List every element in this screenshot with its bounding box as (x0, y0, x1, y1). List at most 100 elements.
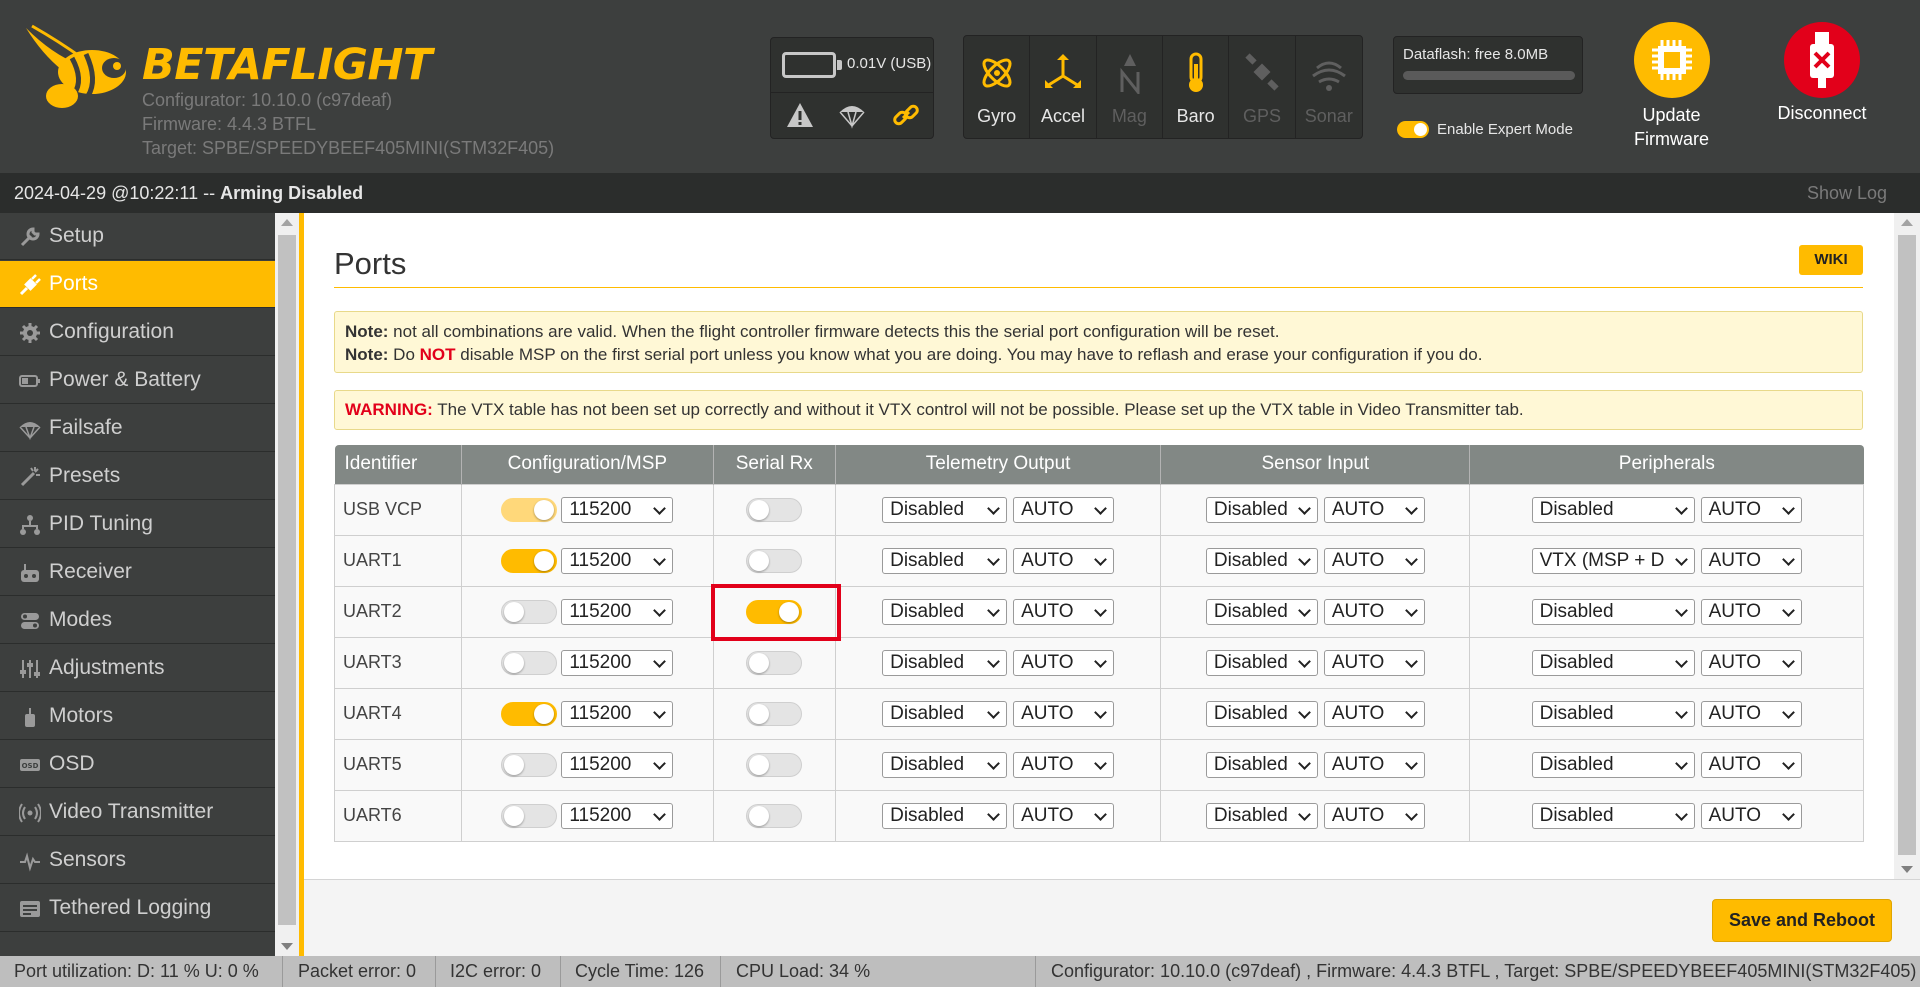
sidebar-item-setup[interactable]: Setup (0, 213, 275, 260)
sensor-baud-select[interactable]: AUTO (1323, 649, 1425, 676)
sidebar-item-configuration[interactable]: Configuration (0, 309, 275, 356)
peripheral-select[interactable]: VTX (MSP + D (1531, 547, 1695, 574)
sidebar-item-video-transmitter[interactable]: Video Transmitter (0, 789, 275, 836)
sensor-input-select[interactable]: Disabled (1205, 700, 1318, 727)
telemetry-select[interactable]: Disabled (882, 700, 1008, 727)
msp-baud-select[interactable]: 115200 (561, 802, 674, 829)
footer-bar: Save and Reboot (304, 879, 1920, 956)
telemetry-select[interactable]: Disabled (882, 598, 1008, 625)
sidebar-item-presets[interactable]: Presets (0, 453, 275, 500)
expert-mode-toggle[interactable] (1397, 121, 1429, 138)
sidebar-item-tethered-logging[interactable]: Tethered Logging (0, 885, 275, 932)
telemetry-select[interactable]: Disabled (882, 547, 1008, 574)
telemetry-baud-select[interactable]: AUTO (1013, 547, 1115, 574)
sidebar-item-receiver[interactable]: Receiver (0, 549, 275, 596)
telemetry-select[interactable]: Disabled (882, 751, 1008, 778)
msp-toggle[interactable] (501, 803, 558, 828)
sidebar-item-modes[interactable]: Modes (0, 597, 275, 644)
msp-baud-select[interactable]: 115200 (561, 700, 674, 727)
sensor-baud-select[interactable]: AUTO (1323, 496, 1425, 523)
sensor-input-select[interactable]: Disabled (1205, 547, 1318, 574)
sidebar-item-pid-tuning[interactable]: PID Tuning (0, 501, 275, 548)
sensor-baud-select[interactable]: AUTO (1323, 802, 1425, 829)
disconnect-button[interactable]: Disconnect (1770, 22, 1874, 132)
peripheral-select[interactable]: Disabled (1531, 700, 1695, 727)
serial-rx-toggle[interactable] (746, 599, 803, 624)
sidebar-item-adjustments[interactable]: Adjustments (0, 645, 275, 692)
sensor-input-select[interactable]: Disabled (1205, 751, 1318, 778)
sensor-baud-select[interactable]: AUTO (1323, 751, 1425, 778)
sidebar-item-motors[interactable]: Motors (0, 693, 275, 740)
telemetry-baud-select[interactable]: AUTO (1013, 802, 1115, 829)
msp-baud-select[interactable]: 115200 (561, 598, 674, 625)
update-firmware-button[interactable]: Update Firmware (1620, 22, 1723, 152)
sensor-baud-select[interactable]: AUTO (1323, 700, 1425, 727)
ports-content: Ports WIKI Note: not all combinations ar… (304, 213, 1894, 879)
sensor-input-select[interactable]: Disabled (1205, 496, 1318, 523)
sidebar-item-ports[interactable]: Ports (0, 261, 275, 308)
sidebar-item-power-battery[interactable]: Power & Battery (0, 357, 275, 404)
msp-toggle[interactable] (501, 650, 558, 675)
content-scroll-thumb[interactable] (1898, 235, 1916, 855)
telemetry-select[interactable]: Disabled (882, 496, 1008, 523)
telemetry-select[interactable]: Disabled (882, 802, 1008, 829)
sidebar-item-failsafe[interactable]: Failsafe (0, 405, 275, 452)
telemetry-baud-select[interactable]: AUTO (1013, 496, 1115, 523)
peripheral-baud-select[interactable]: AUTO (1700, 802, 1802, 829)
scroll-down-arrow-icon[interactable] (281, 943, 293, 950)
save-and-reboot-button[interactable]: Save and Reboot (1712, 899, 1892, 942)
msp-toggle[interactable] (501, 752, 558, 777)
content-scrollbar[interactable] (1894, 213, 1920, 879)
peripheral-select[interactable]: Disabled (1531, 496, 1695, 523)
sidebar-item-sensors[interactable]: Sensors (0, 837, 275, 884)
serial-rx-toggle[interactable] (746, 548, 803, 573)
scroll-up-arrow-icon[interactable] (1901, 219, 1913, 226)
peripheral-select[interactable]: Disabled (1531, 802, 1695, 829)
peripheral-baud-select[interactable]: AUTO (1700, 496, 1802, 523)
sensor-baud-select[interactable]: AUTO (1323, 547, 1425, 574)
wiki-button[interactable]: WIKI (1799, 245, 1863, 275)
scroll-up-arrow-icon[interactable] (281, 219, 293, 226)
sidebar-item-label: Failsafe (49, 416, 123, 439)
peripheral-baud-select[interactable]: AUTO (1700, 649, 1802, 676)
sidebar-scroll-thumb[interactable] (278, 235, 296, 925)
msp-baud-select[interactable]: 115200 (561, 649, 674, 676)
sensor-label: Accel (1040, 106, 1085, 126)
msp-toggle[interactable] (501, 548, 558, 573)
peripheral-baud-select[interactable]: AUTO (1700, 547, 1802, 574)
peripheral-baud-select[interactable]: AUTO (1700, 700, 1802, 727)
telemetry-baud-select[interactable]: AUTO (1013, 751, 1115, 778)
sensor-input-select[interactable]: Disabled (1205, 649, 1318, 676)
serial-rx-toggle[interactable] (746, 752, 803, 777)
msp-baud-select[interactable]: 115200 (561, 751, 674, 778)
sensor-input-select[interactable]: Disabled (1205, 598, 1318, 625)
peripheral-select[interactable]: Disabled (1531, 751, 1695, 778)
telemetry-baud-select[interactable]: AUTO (1013, 700, 1115, 727)
peripheral-baud-select[interactable]: AUTO (1700, 598, 1802, 625)
msp-toggle[interactable] (501, 599, 558, 624)
msp-toggle[interactable] (501, 701, 558, 726)
serial-rx-toggle[interactable] (746, 497, 803, 522)
msp-baud-select[interactable]: 115200 (561, 547, 674, 574)
sensor-input-select[interactable]: Disabled (1205, 802, 1318, 829)
telemetry-baud-select[interactable]: AUTO (1013, 649, 1115, 676)
update-firmware-circle[interactable] (1634, 22, 1710, 98)
sensor-baud-select[interactable]: AUTO (1323, 598, 1425, 625)
msp-baud-select[interactable]: 115200 (561, 496, 674, 523)
scroll-down-arrow-icon[interactable] (1901, 866, 1913, 873)
peripheral-baud-select[interactable]: AUTO (1700, 751, 1802, 778)
peripherals-cell: Disabled AUTO (1469, 585, 1864, 638)
telemetry-select[interactable]: Disabled (882, 649, 1008, 676)
serial-rx-toggle[interactable] (746, 803, 803, 828)
peripheral-select[interactable]: Disabled (1531, 598, 1695, 625)
show-log-link[interactable]: Show Log (1807, 183, 1887, 204)
sidebar-scrollbar[interactable] (275, 213, 299, 956)
msp-toggle[interactable] (501, 497, 558, 522)
telemetry-baud-select[interactable]: AUTO (1013, 598, 1115, 625)
sidebar-item-osd[interactable]: OSD OSD (0, 741, 275, 788)
disconnect-circle[interactable] (1784, 22, 1860, 98)
serial-rx-toggle[interactable] (746, 650, 803, 675)
serial-rx-toggle[interactable] (746, 701, 803, 726)
peripheral-select[interactable]: Disabled (1531, 649, 1695, 676)
status-timestamp: 2024-04-29 @10:22:11 (14, 183, 199, 203)
